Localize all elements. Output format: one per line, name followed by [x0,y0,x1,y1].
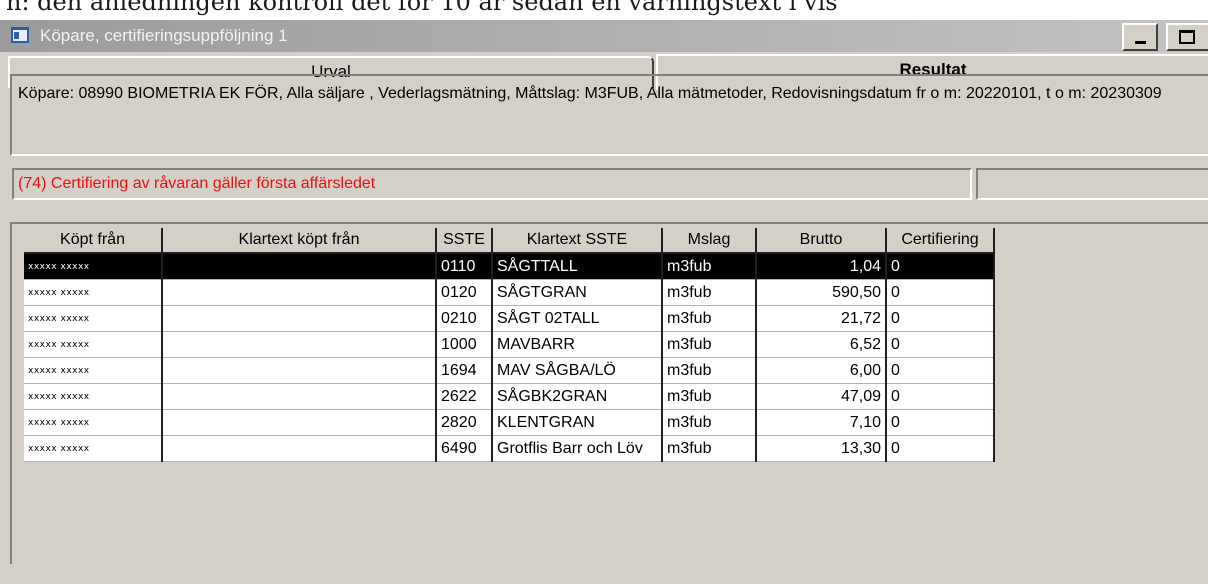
cell-klartext-kopt-fran [162,357,437,384]
cell-sste: 0210 [436,305,493,332]
cell-brutto: 21,72 [756,305,887,332]
cell-kopt-fran: xxxxx xxxxx [24,357,163,384]
cell-mslag: m3fub [662,305,757,332]
cell-certifiering: 0 [886,357,995,384]
cell-certifiering: 0 [886,383,995,410]
cell-kopt-fran: xxxxx xxxxx [24,383,163,410]
cell-klartext-sste: Grotflis Barr och Löv [492,435,663,462]
cell-klartext-kopt-fran [162,253,437,280]
minimize-button[interactable] [1122,23,1158,51]
cell-klartext-sste: MAV SÅGBA/LÖ [492,357,663,384]
result-table: Köpt från Klartext köpt från SSTE Klarte… [24,228,995,462]
cell-sste: 1000 [436,331,493,358]
cell-certifiering: 0 [886,435,995,462]
cell-klartext-kopt-fran [162,305,437,332]
cell-brutto: 7,10 [756,409,887,436]
query-description: Köpare: 08990 BIOMETRIA EK FÖR, Alla säl… [10,74,1208,156]
table-row[interactable]: xxxxx xxxxx 0110 SÅGTTALL m3fub 1,04 0 [24,253,995,280]
cell-mslag: m3fub [662,435,757,462]
cell-brutto: 13,30 [756,435,887,462]
title-bar[interactable]: Köpare, certifieringsuppföljning 1 [0,20,1208,52]
table-row[interactable]: xxxxx xxxxx 2820 KLENTGRAN m3fub 7,10 0 [24,409,995,436]
cell-certifiering: 0 [886,279,995,306]
cell-sste: 1694 [436,357,493,384]
cell-mslag: m3fub [662,279,757,306]
cell-sste: 2622 [436,383,493,410]
app-window-icon [10,26,30,44]
table-row[interactable]: xxxxx xxxxx 1694 MAV SÅGBA/LÖ m3fub 6,00… [24,357,995,384]
cell-klartext-sste: MAVBARR [492,331,663,358]
cell-kopt-fran: xxxxx xxxxx [24,279,163,306]
cell-kopt-fran: xxxxx xxxxx [24,409,163,436]
column-header-brutto[interactable]: Brutto [756,228,887,254]
column-header-kopt-fran[interactable]: Köpt från [24,228,163,254]
cell-klartext-kopt-fran [162,435,437,462]
table-row[interactable]: xxxxx xxxxx 6490 Grotflis Barr och Löv m… [24,435,995,462]
cell-certifiering: 0 [886,409,995,436]
column-header-certifiering[interactable]: Certifiering [886,228,995,254]
cell-brutto: 590,50 [756,279,887,306]
column-header-mslag[interactable]: Mslag [662,228,757,254]
cell-sste: 0110 [436,253,493,280]
cell-sste: 6490 [436,435,493,462]
cell-klartext-sste: SÅGBK2GRAN [492,383,663,410]
table-row[interactable]: xxxxx xxxxx 0210 SÅGT 02TALL m3fub 21,72… [24,305,995,332]
cell-kopt-fran: xxxxx xxxxx [24,253,163,280]
cell-kopt-fran: xxxxx xxxxx [24,435,163,462]
table-row[interactable]: xxxxx xxxxx 1000 MAVBARR m3fub 6,52 0 [24,331,995,358]
cell-mslag: m3fub [662,409,757,436]
cell-kopt-fran: xxxxx xxxxx [24,305,163,332]
minimize-icon [1135,41,1146,44]
cell-klartext-sste: SÅGTTALL [492,253,663,280]
cell-sste: 2820 [436,409,493,436]
table-row[interactable]: xxxxx xxxxx 2622 SÅGBK2GRAN m3fub 47,09 … [24,383,995,410]
cell-klartext-kopt-fran [162,409,437,436]
cell-klartext-kopt-fran [162,279,437,306]
cell-brutto: 6,52 [756,331,887,358]
status-message: (74) Certifiering av råvaran gäller förs… [12,168,972,200]
cell-klartext-kopt-fran [162,331,437,358]
cell-certifiering: 0 [886,331,995,358]
cell-mslag: m3fub [662,253,757,280]
maximize-icon [1179,30,1195,44]
cell-klartext-sste: SÅGTGRAN [492,279,663,306]
cell-certifiering: 0 [886,253,995,280]
cell-certifiering: 0 [886,305,995,332]
cell-brutto: 6,00 [756,357,887,384]
window-title: Köpare, certifieringsuppföljning 1 [40,26,288,45]
cell-kopt-fran: xxxxx xxxxx [24,331,163,358]
document-text-line: n: den anledningen kontroll det för 10 å… [6,0,838,16]
cell-mslag: m3fub [662,383,757,410]
cell-klartext-kopt-fran [162,383,437,410]
column-header-klartext-sste[interactable]: Klartext SSTE [492,228,663,254]
status-field-right [976,168,1208,200]
cell-mslag: m3fub [662,357,757,384]
cell-mslag: m3fub [662,331,757,358]
cell-brutto: 47,09 [756,383,887,410]
cell-klartext-sste: SÅGT 02TALL [492,305,663,332]
column-header-klartext-kopt-fran[interactable]: Klartext köpt från [162,228,437,254]
cell-klartext-sste: KLENTGRAN [492,409,663,436]
cell-sste: 0120 [436,279,493,306]
table-row[interactable]: xxxxx xxxxx 0120 SÅGTGRAN m3fub 590,50 0 [24,279,995,306]
cell-brutto: 1,04 [756,253,887,280]
maximize-button[interactable] [1166,23,1208,51]
table-header-row: Köpt från Klartext köpt från SSTE Klarte… [24,228,995,254]
column-header-sste[interactable]: SSTE [436,228,493,254]
